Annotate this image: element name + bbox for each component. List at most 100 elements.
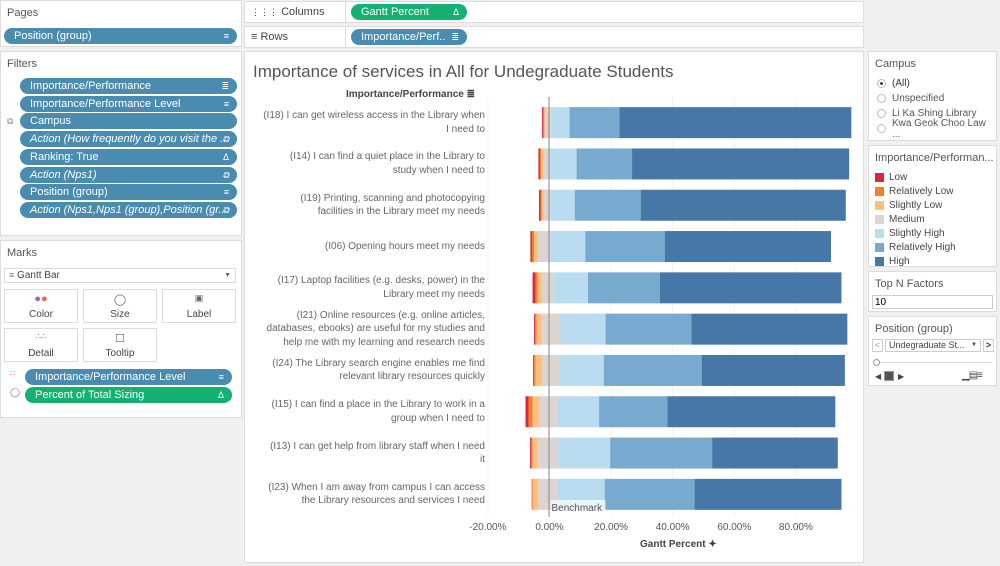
bar-segment-slightly-high[interactable]: [557, 396, 600, 428]
bar-segment-slightly-low[interactable]: [544, 107, 546, 139]
bar-segment-slightly-low[interactable]: [537, 272, 542, 304]
bar-segment-relatively-high[interactable]: [588, 272, 660, 304]
bar-segment-relatively-high[interactable]: [574, 189, 641, 221]
bar-segment-high[interactable]: [712, 437, 838, 469]
filter-pill[interactable]: Position (group) ≡: [20, 184, 237, 201]
playback-forward-button[interactable]: ▶: [898, 372, 904, 381]
bar-segment-slightly-high[interactable]: [560, 313, 606, 345]
bar-segment-low[interactable]: [530, 231, 532, 263]
bar-segment-high[interactable]: [632, 148, 850, 180]
bar-segment-slightly-low[interactable]: [532, 437, 538, 469]
bar-segment-slightly-low[interactable]: [536, 313, 542, 345]
bar-segment-relatively-high[interactable]: [585, 231, 665, 263]
page-slider[interactable]: [873, 359, 993, 366]
legend-item[interactable]: Relatively High: [869, 240, 996, 254]
playback-back-button[interactable]: ◀: [875, 372, 881, 381]
bar-segment-relatively-low[interactable]: [535, 313, 537, 345]
columns-pill[interactable]: Gantt Percent Δ: [351, 4, 467, 20]
speed-buttons[interactable]: ▁▤≡: [962, 370, 983, 381]
bar-segment-high[interactable]: [694, 478, 842, 510]
marks-pill-size[interactable]: Percent of Total Sizing Δ: [25, 387, 232, 403]
bar-segment-slightly-high[interactable]: [549, 231, 586, 263]
bar-segment-slightly-low[interactable]: [532, 396, 540, 428]
top-n-input[interactable]: [872, 295, 993, 309]
bar-segment-slightly-low[interactable]: [532, 478, 539, 510]
bar-segment-high[interactable]: [691, 313, 848, 345]
bar-segment-slightly-high[interactable]: [551, 107, 570, 139]
bar-segment-medium[interactable]: [542, 354, 560, 386]
bar-segment-slightly-high[interactable]: [554, 272, 588, 304]
bar-segment-slightly-low[interactable]: [541, 189, 544, 221]
campus-option[interactable]: Kwa Geok Choo Law ...: [869, 118, 996, 140]
detail-button[interactable]: ∴∴ Detail: [4, 328, 78, 362]
bar-segment-low[interactable]: [532, 272, 536, 304]
bar-segment-medium[interactable]: [541, 313, 561, 345]
legend-item[interactable]: Slightly Low: [869, 198, 996, 212]
filter-pill[interactable]: Ranking: True Δ: [20, 148, 237, 165]
bar-segment-low[interactable]: [539, 189, 541, 221]
bar-segment-high[interactable]: [664, 231, 832, 263]
campus-option[interactable]: Unspecified: [869, 91, 996, 106]
legend-item[interactable]: Medium: [869, 212, 996, 226]
color-button[interactable]: ●● Color: [4, 289, 78, 323]
bar-segment-high[interactable]: [619, 107, 852, 139]
rows-pill[interactable]: Importance/Perf.. ≣: [351, 29, 467, 45]
bar-segment-relatively-low[interactable]: [540, 189, 542, 221]
marks-pill-color[interactable]: Importance/Performance Level ≡: [25, 369, 232, 385]
size-button[interactable]: ◯ Size: [83, 289, 157, 323]
legend-item[interactable]: Low: [869, 170, 996, 184]
filter-pill[interactable]: Importance/Performance Level ≡: [20, 95, 237, 112]
bar-segment-relatively-high[interactable]: [569, 107, 620, 139]
bar-segment-relatively-low[interactable]: [539, 148, 542, 180]
bar-segment-slightly-low[interactable]: [534, 231, 539, 263]
bar-segment-medium[interactable]: [537, 437, 559, 469]
tooltip-button[interactable]: ☐ Tooltip: [83, 328, 157, 362]
filter-pill[interactable]: Action (Nps1) ⧉: [20, 166, 237, 183]
filter-pill[interactable]: Campus: [20, 113, 237, 130]
bar-segment-low[interactable]: [534, 313, 536, 345]
filter-pill[interactable]: Importance/Performance ≣: [20, 78, 237, 94]
playback-stop-button[interactable]: [884, 371, 894, 381]
legend-item[interactable]: Slightly High: [869, 226, 996, 240]
bar-segment-medium[interactable]: [538, 231, 550, 263]
bar-segment-relatively-low[interactable]: [531, 478, 533, 510]
bar-segment-relatively-high[interactable]: [576, 148, 633, 180]
mark-type-select[interactable]: ≡ Gantt Bar ▼: [4, 268, 236, 283]
bar-segment-relatively-high[interactable]: [603, 354, 702, 386]
page-slider-handle[interactable]: [873, 359, 880, 366]
bar-segment-relatively-high[interactable]: [604, 478, 695, 510]
pages-pill[interactable]: Position (group) ≡: [4, 28, 237, 44]
campus-option[interactable]: (All): [869, 76, 996, 91]
bar-segment-slightly-high[interactable]: [549, 148, 577, 180]
bar-segment-low[interactable]: [530, 437, 532, 469]
bar-segment-slightly-low[interactable]: [541, 148, 544, 180]
prev-page-button[interactable]: <: [872, 339, 883, 352]
bar-segment-relatively-low[interactable]: [535, 272, 538, 304]
bar-segment-relatively-low[interactable]: [531, 231, 535, 263]
legend-item[interactable]: High: [869, 254, 996, 268]
bar-segment-slightly-high[interactable]: [558, 437, 611, 469]
bar-segment-relatively-high[interactable]: [610, 437, 713, 469]
bar-segment-relatively-low[interactable]: [543, 107, 545, 139]
bar-segment-low[interactable]: [538, 148, 540, 180]
bar-segment-high[interactable]: [659, 272, 842, 304]
bar-segment-high[interactable]: [701, 354, 845, 386]
bar-segment-relatively-low[interactable]: [531, 437, 533, 469]
bar-segment-high[interactable]: [667, 396, 836, 428]
bar-segment-slightly-high[interactable]: [550, 189, 575, 221]
bar-segment-relatively-low[interactable]: [528, 396, 533, 428]
bar-segment-low[interactable]: [525, 396, 529, 428]
bar-segment-relatively-high[interactable]: [599, 396, 668, 428]
filter-pill[interactable]: Action (Nps1,Nps1 (group),Position (gr..…: [20, 201, 237, 218]
page-select[interactable]: Undegraduate St... ▼: [885, 339, 981, 352]
bar-segment-slightly-high[interactable]: [559, 354, 604, 386]
filter-pill[interactable]: Action (How frequently do you visit the …: [20, 131, 237, 148]
next-page-button[interactable]: >: [983, 339, 994, 352]
bar-segment-slightly-low[interactable]: [535, 354, 543, 386]
label-button[interactable]: ▣ Label: [162, 289, 236, 323]
legend-item[interactable]: Relatively Low: [869, 184, 996, 198]
bar-segment-relatively-high[interactable]: [605, 313, 692, 345]
bar-segment-high[interactable]: [640, 189, 846, 221]
bar-segment-medium[interactable]: [541, 272, 555, 304]
bar-segment-low[interactable]: [542, 107, 544, 139]
